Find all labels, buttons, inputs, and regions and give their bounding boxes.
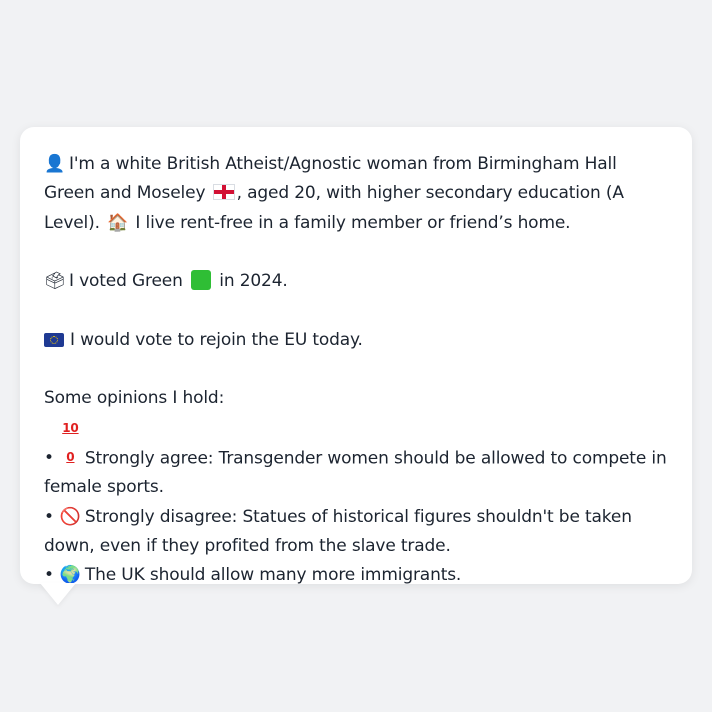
opinion-text: The UK should allow many more immigrants… (84, 565, 462, 586)
vote-paragraph: 🗳 I voted Green in 2024. (44, 267, 668, 296)
bullet: • (44, 447, 54, 468)
opinion-item: • 🚫 Strongly disagree: Statues of historic… (44, 503, 668, 562)
vote-text-year: in 2024. (219, 271, 288, 292)
eu-text: I would vote to rejoin the EU today. (70, 329, 363, 350)
house-icon: 🏠 (107, 212, 129, 233)
opinion-item: • 100 Strongly agree: Transgender women sh… (44, 414, 668, 503)
bullet: • (44, 506, 54, 527)
intro-paragraph: 👤 I'm a white British Atheist/Agnostic wo… (44, 150, 668, 238)
opinions-heading: Some opinions I hold: (44, 388, 225, 409)
message-bubble: 👤 I'm a white British Atheist/Agnostic wo… (20, 127, 692, 585)
eu-flag-icon (44, 332, 64, 347)
bust-in-silhouette-icon: 👤 (44, 154, 66, 174)
ballot-box-icon: 🗳 (44, 271, 66, 292)
prohibited-icon: 🚫 (59, 506, 81, 527)
opinion-item: • 🌍 The UK should allow many more immigran… (44, 561, 668, 590)
hundred-points-icon: 100 (62, 420, 79, 464)
message-bubble-tail (40, 583, 76, 605)
intro-text-housing: I live rent-free in a family member or f… (135, 212, 571, 233)
green-square-icon (191, 270, 211, 291)
opinion-text: Strongly disagree: Statues of historical… (44, 506, 632, 556)
england-flag-icon (212, 184, 235, 201)
eu-paragraph: I would vote to rejoin the EU today. (44, 326, 668, 355)
message-text: 👤 I'm a white British Atheist/Agnostic wo… (44, 150, 668, 590)
opinion-text: Strongly agree: Transgender women should… (44, 447, 667, 498)
vote-text: I voted Green (69, 271, 183, 292)
